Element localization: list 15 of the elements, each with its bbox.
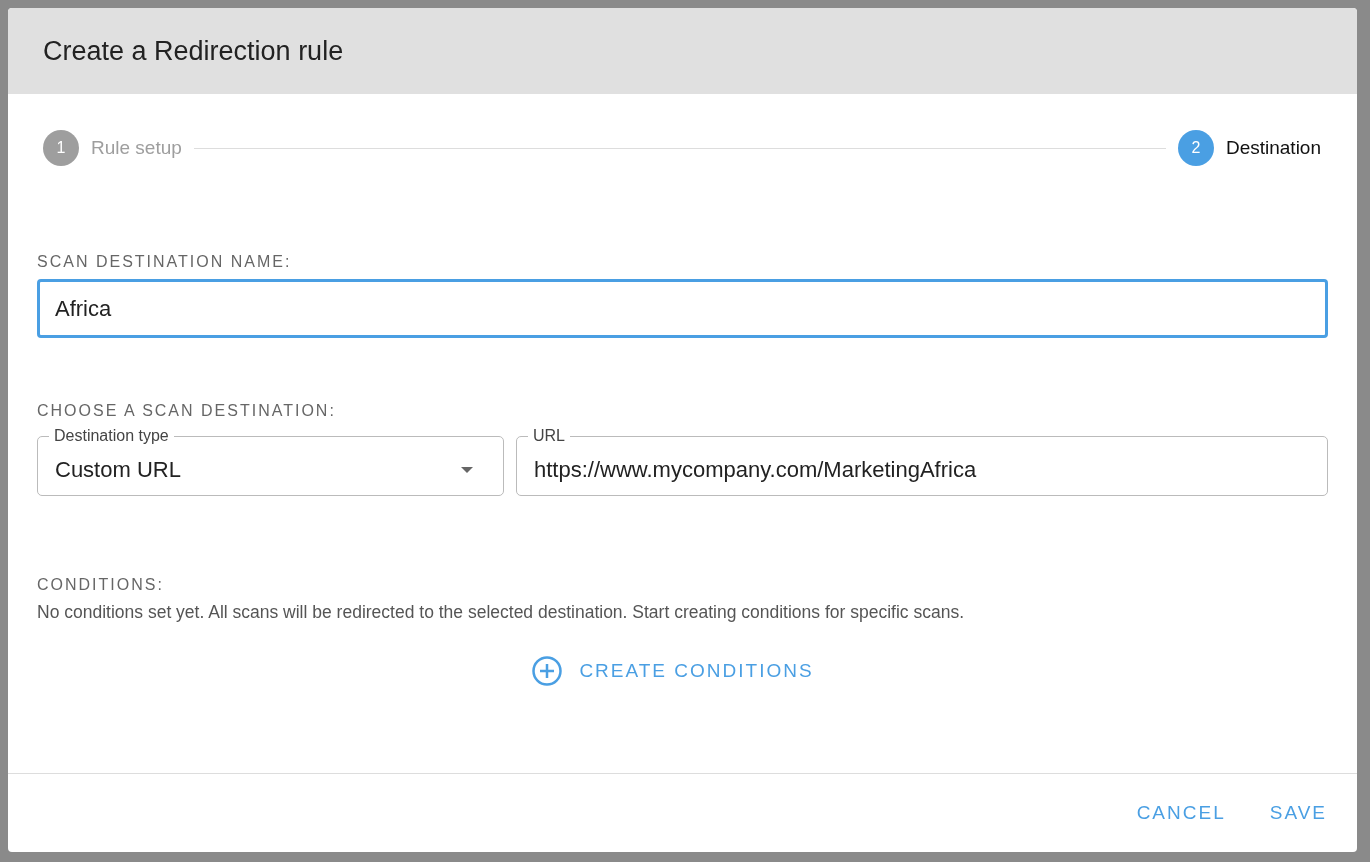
section-heading: CONDITIONS: [37, 576, 165, 594]
field-value: https://www.mycompany.com/MarketingAfrica [534, 457, 978, 483]
caret-icon [460, 466, 474, 474]
field-label: Destination type [49, 426, 174, 446]
add-circle-icon [531, 655, 564, 687]
step-label: Rule setup [91, 137, 182, 159]
step-number: 1 [43, 130, 79, 166]
dialog-title: Create a Redirection rule [43, 35, 344, 67]
section-heading: CHOOSE A SCAN DESTINATION: [37, 402, 337, 420]
field-value: Custom URL [55, 457, 182, 483]
conditions-message: No conditions set yet. All scans will be redirected to the selected destination. Start creating conditions for specific scans. [37, 602, 965, 623]
step-number: 2 [1177, 130, 1214, 166]
name-input-field[interactable]: Africa [37, 279, 1328, 338]
step-label: Destination [1225, 137, 1321, 159]
section-heading: SCAN DESTINATION NAME: [37, 253, 293, 271]
